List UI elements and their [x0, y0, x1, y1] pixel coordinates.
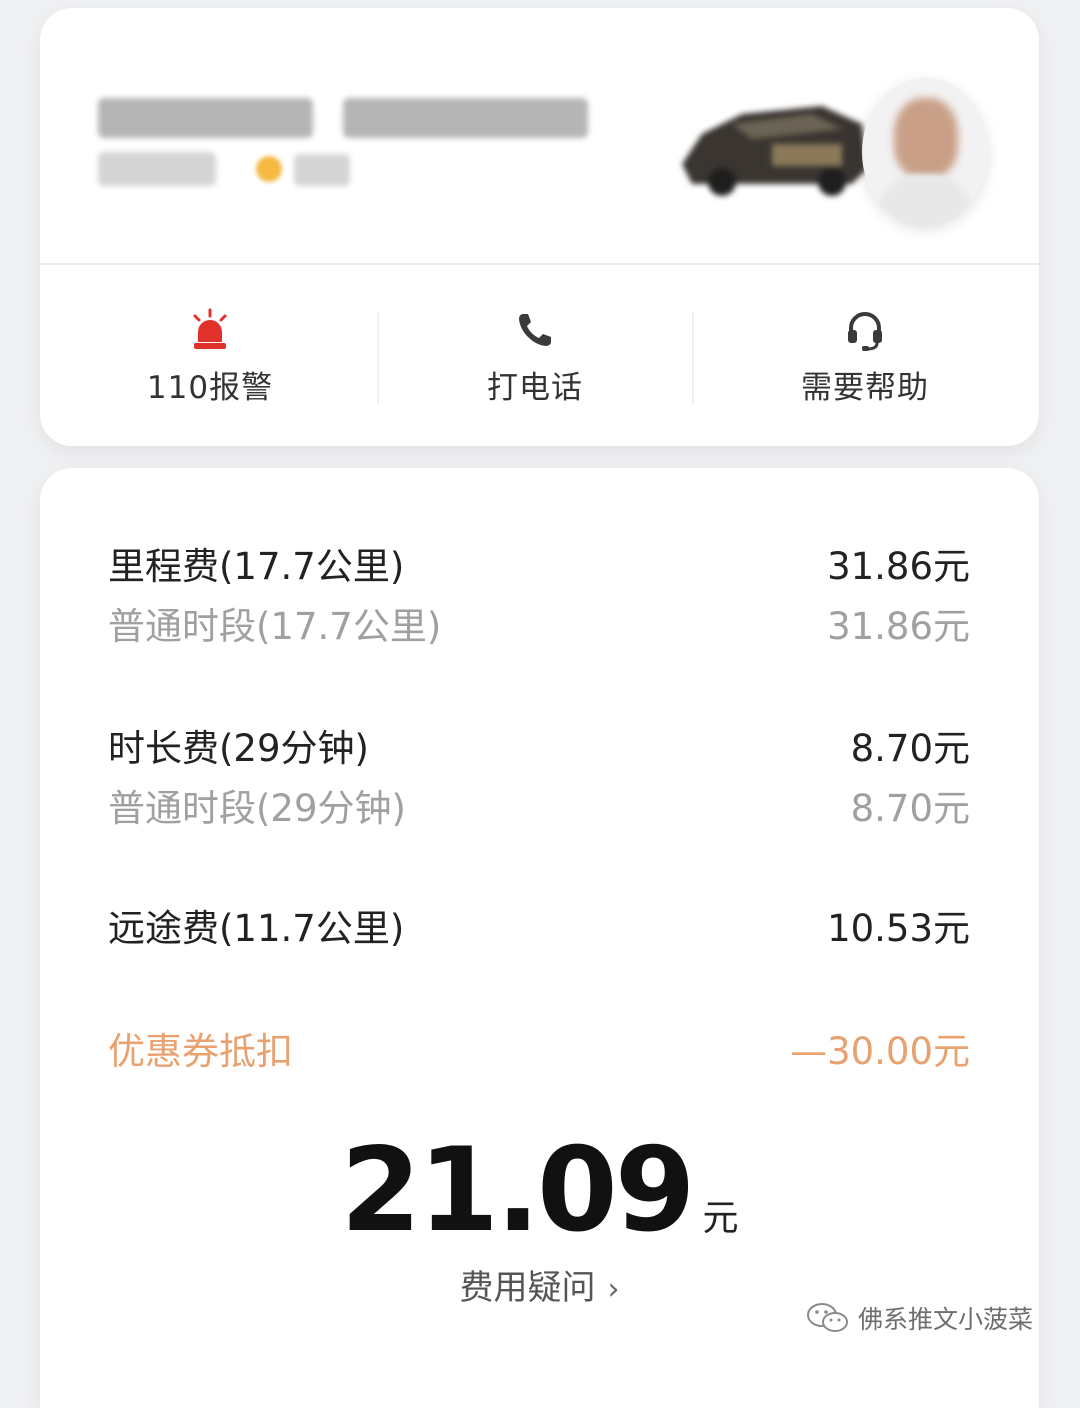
driver-rating-blurred	[294, 154, 350, 186]
watermark-text: 佛系推文小菠菜	[858, 1305, 1034, 1334]
car-model-blurred	[343, 98, 588, 138]
call-label: 打电话	[487, 370, 583, 406]
fee-row-long-distance: 远途费(11.7公里) 10.53元	[108, 898, 970, 950]
wechat-logo-icon	[807, 1303, 848, 1332]
siren-icon	[193, 308, 227, 349]
driver-avatar[interactable]	[862, 78, 988, 226]
license-plate-blurred	[98, 98, 313, 138]
call-button[interactable]: 打电话	[385, 308, 685, 418]
headset-icon	[848, 312, 882, 351]
car-photo	[682, 106, 867, 196]
fee-amount: 8.70元	[850, 727, 970, 770]
fee-sub-label: 普通时段(17.7公里)	[108, 605, 442, 648]
coupon-label: 优惠券抵扣	[108, 1030, 293, 1073]
watermark: 佛系推文小菠菜	[806, 1298, 1033, 1338]
star-icon	[256, 156, 282, 182]
fee-sub-amount: 31.86元	[827, 605, 970, 648]
card-divider	[40, 263, 1039, 265]
fee-label: 里程费(17.7公里)	[108, 545, 405, 588]
fee-sub-label: 普通时段(29分钟)	[108, 787, 406, 830]
help-button[interactable]: 需要帮助	[715, 308, 1015, 418]
fee-amount: 31.86元	[827, 545, 970, 588]
total-fare: 21.09 元	[40, 1123, 1039, 1258]
fee-row-mileage-normal: 普通时段(17.7公里) 31.86元	[108, 596, 970, 648]
phone-icon	[519, 314, 551, 346]
fee-amount: 10.53元	[827, 907, 970, 950]
avatar-body	[878, 174, 972, 226]
driver-name-blurred	[98, 152, 216, 186]
coupon-amount: —30.00元	[790, 1030, 970, 1073]
total-amount: 21.09	[340, 1123, 696, 1258]
fee-row-duration-normal: 普通时段(29分钟) 8.70元	[108, 778, 970, 830]
fee-sub-amount: 8.70元	[850, 787, 970, 830]
driver-card: 110报警 打电话 需要帮助	[40, 8, 1039, 446]
fee-row-duration: 时长费(29分钟) 8.70元	[108, 718, 970, 770]
fee-row-mileage: 里程费(17.7公里) 31.86元	[108, 536, 970, 588]
help-label: 需要帮助	[801, 370, 929, 406]
avatar-face	[894, 98, 958, 178]
fee-label: 远途费(11.7公里)	[108, 907, 405, 950]
fee-detail-card: 里程费(17.7公里) 31.86元 普通时段(17.7公里) 31.86元 时…	[40, 468, 1039, 1408]
fee-label: 时长费(29分钟)	[108, 727, 369, 770]
fee-row-coupon: 优惠券抵扣 —30.00元	[108, 1021, 970, 1073]
chevron-right-icon: ›	[607, 1272, 620, 1307]
fee-question-label: 费用疑问	[459, 1268, 596, 1308]
action-separator	[377, 312, 379, 404]
action-separator	[692, 312, 694, 404]
total-unit: 元	[702, 1198, 739, 1239]
police-button[interactable]: 110报警	[60, 308, 360, 418]
police-label: 110报警	[146, 370, 274, 406]
